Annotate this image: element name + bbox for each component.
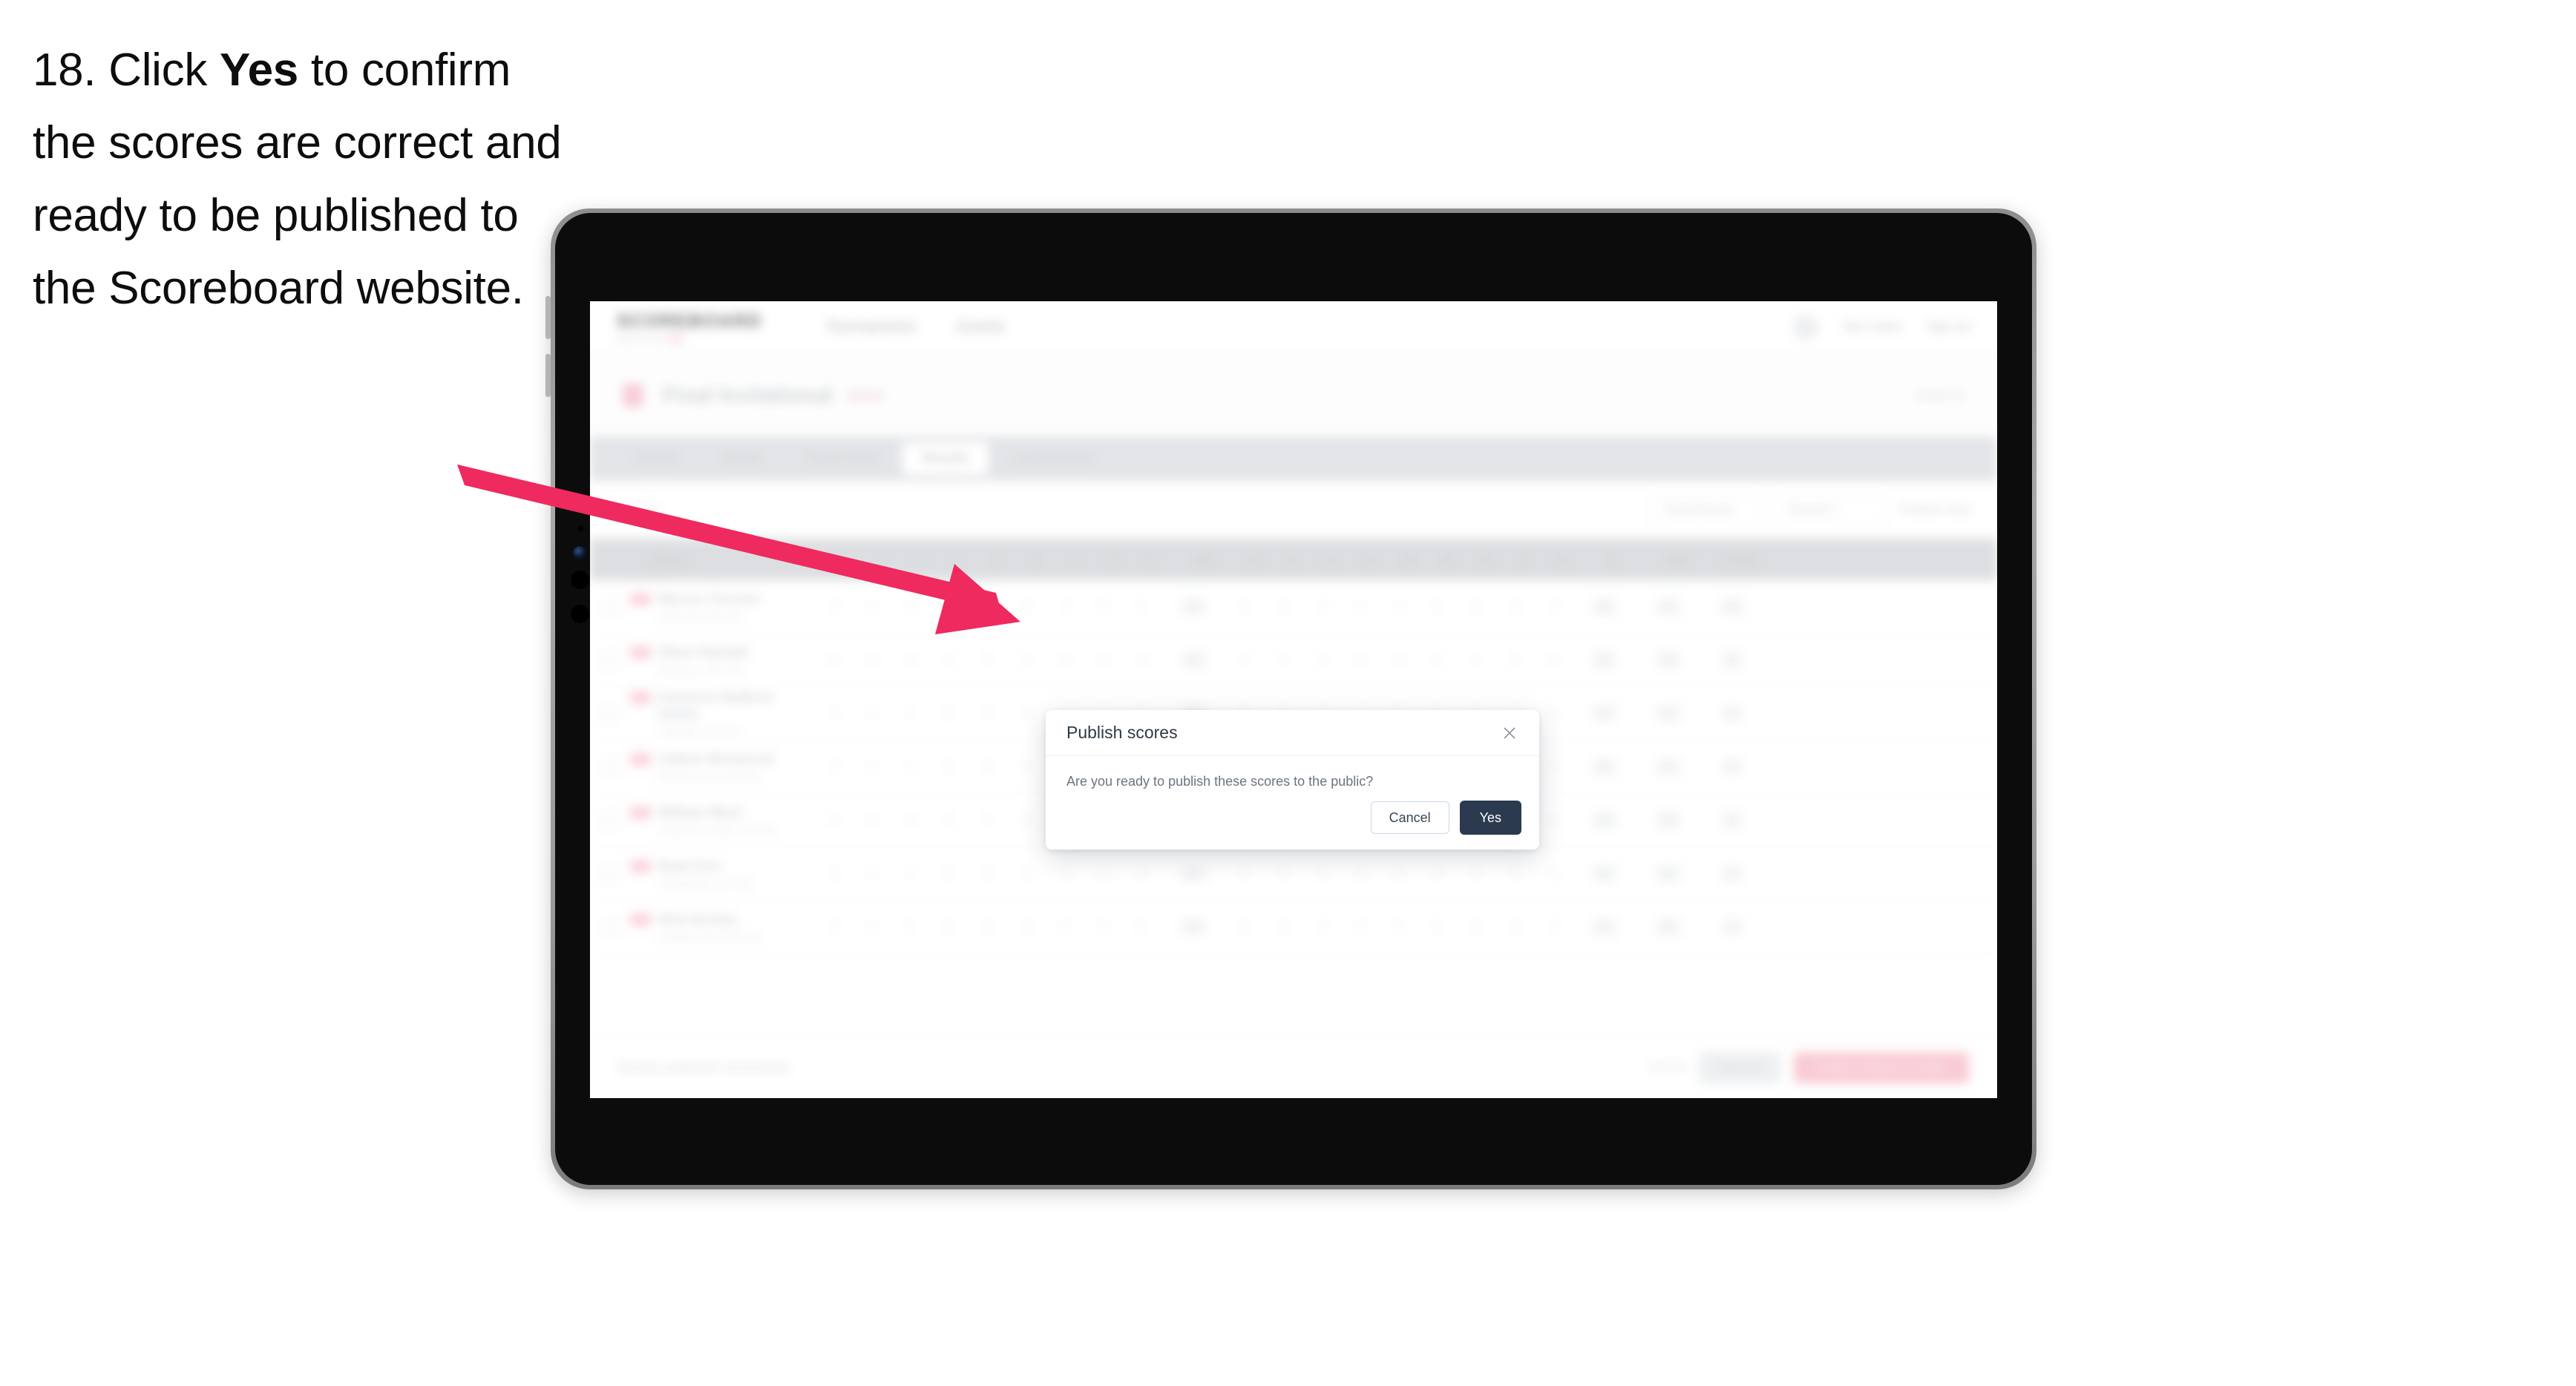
cancel-button[interactable]: Cancel	[1370, 801, 1449, 834]
instruction-caption: 18. Click Yes to confirm the scores are …	[33, 34, 567, 325]
dialog-header: Publish scores	[1046, 710, 1539, 756]
speaker-dot-bottom	[571, 605, 589, 623]
front-camera-icon	[573, 546, 587, 560]
tablet-device: SCOREBOARD powered by club Tournaments E…	[545, 208, 2036, 1189]
speaker-dot-top	[571, 493, 589, 512]
modal-backdrop[interactable]	[590, 301, 1997, 1098]
speaker-dot-middle	[571, 571, 589, 589]
volume-button-down[interactable]	[545, 354, 551, 397]
tablet-screen: SCOREBOARD powered by club Tournaments E…	[590, 301, 1997, 1098]
publish-scores-dialog: Publish scores Are you ready to publish …	[1046, 710, 1539, 850]
caption-step-number: 18.	[33, 45, 96, 96]
dialog-title: Publish scores	[1066, 723, 1178, 742]
yes-button[interactable]: Yes	[1459, 801, 1521, 835]
caption-bold-term: Yes	[219, 45, 298, 96]
dialog-actions: Cancel Yes	[1370, 801, 1521, 835]
ambient-sensor-dot	[577, 525, 583, 531]
dialog-message: Are you ready to publish these scores to…	[1066, 774, 1374, 789]
volume-button-up[interactable]	[545, 296, 551, 339]
close-icon[interactable]	[1499, 723, 1520, 743]
caption-text-before: Click	[96, 45, 220, 96]
